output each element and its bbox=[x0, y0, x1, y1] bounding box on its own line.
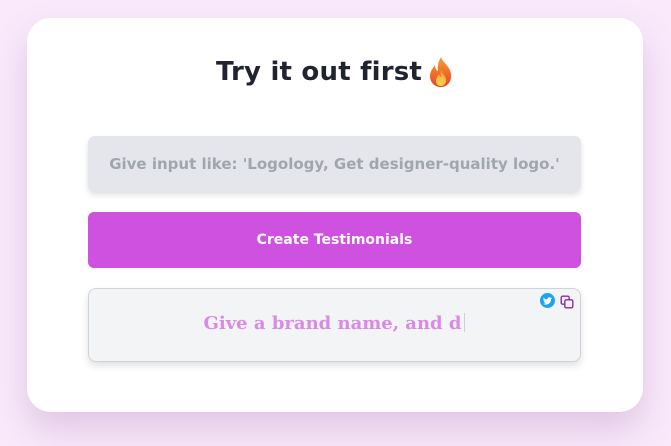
testimonial-card: Try it out first Give input like: 'Logol… bbox=[27, 18, 643, 412]
output-text-line: Give a brand name, and d bbox=[89, 313, 580, 334]
create-testimonials-button[interactable]: Create Testimonials bbox=[88, 212, 581, 268]
twitter-icon[interactable] bbox=[540, 293, 555, 308]
prompt-input[interactable] bbox=[88, 136, 581, 192]
text-caret bbox=[464, 313, 466, 332]
fire-icon bbox=[428, 56, 454, 88]
copy-icon[interactable] bbox=[560, 294, 574, 309]
title-row: Try it out first bbox=[27, 56, 643, 88]
prompt-input-wrap bbox=[88, 136, 581, 192]
page-title: Try it out first bbox=[215, 57, 423, 87]
output-box: Give a brand name, and d bbox=[88, 288, 581, 362]
generated-text: Give a brand name, and d bbox=[203, 313, 462, 334]
